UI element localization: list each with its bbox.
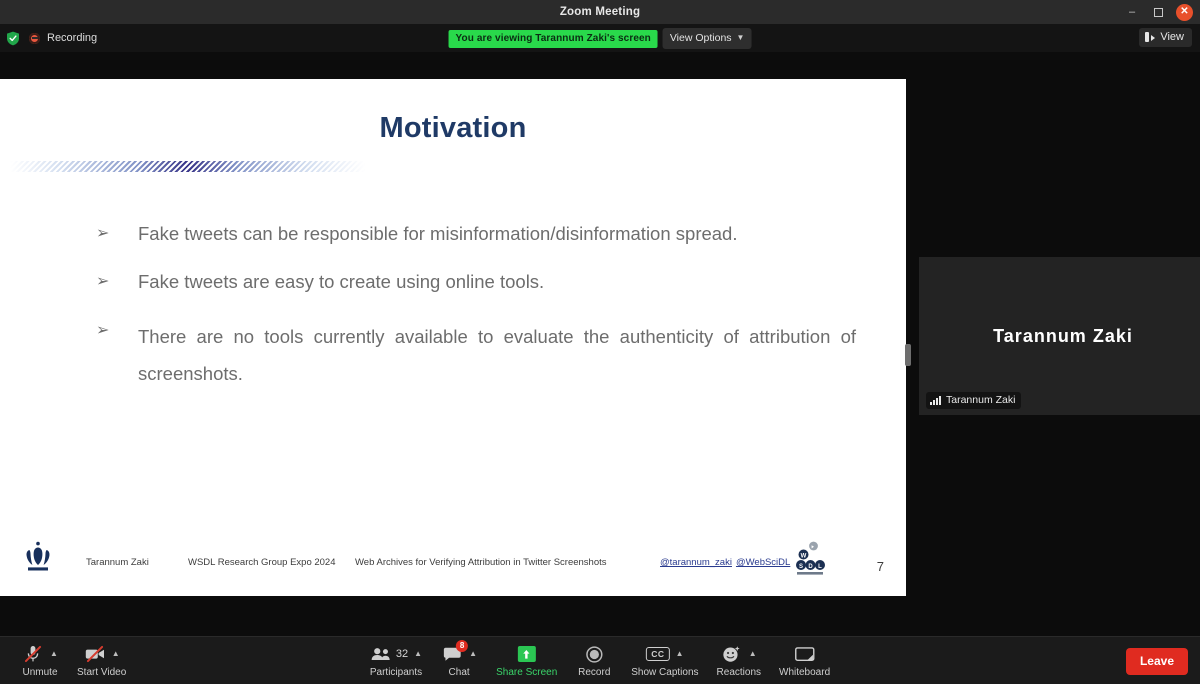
show-captions-button[interactable]: CC ▲ Show Captions <box>622 637 707 684</box>
slide-bullet-item: ➢ There are no tools currently available… <box>96 318 856 392</box>
unmute-button[interactable]: ▲ Unmute <box>12 637 68 684</box>
participant-name-text: Tarannum Zaki <box>946 394 1016 406</box>
slide-bullet-item: ➢ Fake tweets can be responsible for mis… <box>96 221 856 247</box>
maximize-button[interactable] <box>1146 2 1170 22</box>
svg-text:W: W <box>801 554 807 560</box>
bullet-arrow-icon: ➢ <box>96 273 110 291</box>
slide-bullet-text: There are no tools currently available t… <box>138 325 856 384</box>
chevron-up-icon[interactable]: ▲ <box>469 650 477 658</box>
unmute-label: Unmute <box>22 667 58 678</box>
panel-resize-handle[interactable] <box>905 344 911 366</box>
share-screen-icon <box>517 646 536 662</box>
handle-group-link[interactable]: @WebSciDL <box>736 557 790 568</box>
chevron-up-icon[interactable]: ▲ <box>749 650 757 658</box>
toolbar-right-group: Leave <box>1125 637 1188 684</box>
signal-bars-icon <box>930 395 941 405</box>
screen-share-banner-group: You are viewing Tarannum Zaki's screen V… <box>448 28 752 49</box>
recording-status-group: Recording <box>6 24 97 52</box>
bullet-arrow-icon: ➢ <box>96 225 110 242</box>
svg-text:L: L <box>818 564 822 570</box>
share-screen-label: Share Screen <box>496 667 558 678</box>
security-shield-icon[interactable] <box>6 31 20 46</box>
toolbar-left-group: ▲ Unmute ▲ Start Video <box>12 637 135 684</box>
whiteboard-label: Whiteboard <box>779 667 831 678</box>
view-button-label: View <box>1160 31 1184 43</box>
view-options-label: View Options <box>669 32 732 44</box>
view-options-button[interactable]: View Options ▼ <box>662 28 752 49</box>
chevron-down-icon: ▼ <box>736 33 745 42</box>
record-label: Record <box>578 667 611 678</box>
footer-presenter: Tarannum Zaki <box>86 557 149 568</box>
close-button[interactable]: ✕ <box>1176 3 1193 21</box>
meeting-status-bar: Recording You are viewing Tarannum Zaki'… <box>0 24 1200 52</box>
chat-unread-badge: 8 <box>456 640 469 652</box>
chevron-up-icon[interactable]: ▲ <box>50 650 58 658</box>
view-layout-button[interactable]: View <box>1139 28 1192 47</box>
slide-bullet-list: ➢ Fake tweets can be responsible for mis… <box>96 221 856 414</box>
start-video-button[interactable]: ▲ Start Video <box>68 637 135 684</box>
whiteboard-icon <box>794 644 816 664</box>
slide-footer: Tarannum Zaki WSDL Research Group Expo 2… <box>0 530 906 596</box>
share-screen-button[interactable]: Share Screen <box>487 637 566 684</box>
meeting-controls-toolbar: ▲ Unmute ▲ Start Video 32 ▲ Participants… <box>0 636 1200 684</box>
zoom-meeting-window: Zoom Meeting – ✕ Recording You are viewi… <box>0 0 1200 684</box>
chat-label: Chat <box>448 667 470 678</box>
decorative-divider <box>10 161 365 172</box>
participants-icon <box>370 644 392 664</box>
participant-name-label: Tarannum Zaki <box>926 392 1022 409</box>
footer-paper-title: Web Archives for Verifying Attribution i… <box>355 557 607 568</box>
window-controls: – ✕ <box>1120 0 1196 24</box>
handle-personal-link[interactable]: @tarannum_zaki <box>660 557 732 568</box>
minimize-button[interactable]: – <box>1120 2 1144 22</box>
chevron-up-icon[interactable]: ▲ <box>414 650 422 658</box>
screen-share-banner: You are viewing Tarannum Zaki's screen <box>448 29 658 48</box>
shared-screen-slide[interactable]: Motivation ➢ Fake tweets can be responsi… <box>0 79 906 596</box>
participants-count: 32 <box>395 648 409 660</box>
footer-social-handles: @tarannum_zaki @WebSciDL <box>660 557 790 568</box>
record-circle-icon <box>583 644 605 664</box>
slide-bullet-text: Fake tweets are easy to create using onl… <box>138 271 545 293</box>
show-captions-label: Show Captions <box>631 667 699 678</box>
svg-text:S: S <box>799 564 803 570</box>
slide-page-number: 7 <box>876 559 884 574</box>
reactions-button[interactable]: ▲ Reactions <box>708 637 770 684</box>
bullet-arrow-icon: ➢ <box>96 321 110 339</box>
layout-view-icon <box>1145 32 1156 42</box>
wsdl-logo: W S D L <box>793 541 827 582</box>
reactions-smiley-icon <box>721 644 743 664</box>
whiteboard-button[interactable]: Whiteboard <box>770 637 839 684</box>
reactions-label: Reactions <box>716 667 761 678</box>
camera-off-icon <box>84 644 106 664</box>
svg-text:D: D <box>808 564 813 570</box>
toolbar-center-group: 32 ▲ Participants 8 ▲ Chat Share Screen … <box>361 637 839 684</box>
slide-bullet-text: Fake tweets can be responsible for misin… <box>138 223 738 244</box>
recording-dot-icon <box>29 32 40 44</box>
participant-video-panel: Tarannum Zaki Tarannum Zaki <box>912 79 1200 596</box>
closed-caption-icon: CC <box>646 647 670 661</box>
chevron-up-icon[interactable]: ▲ <box>676 650 684 658</box>
record-button[interactable]: Record <box>566 637 622 684</box>
recording-label: Recording <box>47 32 98 44</box>
chevron-up-icon[interactable]: ▲ <box>112 650 120 658</box>
slide-title: Motivation <box>379 112 527 144</box>
participant-video-tile[interactable]: Tarannum Zaki Tarannum Zaki <box>919 257 1200 415</box>
recording-indicator[interactable]: Recording <box>29 32 97 44</box>
chat-bubble-icon: 8 <box>441 640 469 664</box>
microphone-muted-icon <box>22 644 44 664</box>
participants-button[interactable]: 32 ▲ Participants <box>361 637 431 684</box>
leave-button[interactable]: Leave <box>1125 647 1188 675</box>
footer-event: WSDL Research Group Expo 2024 <box>188 557 336 568</box>
slide-bullet-item: ➢ Fake tweets are easy to create using o… <box>96 269 856 295</box>
start-video-label: Start Video <box>77 667 127 678</box>
chat-button[interactable]: 8 ▲ Chat <box>431 637 487 684</box>
odu-crown-logo <box>20 541 56 578</box>
window-title-bar: Zoom Meeting – ✕ <box>0 0 1200 24</box>
participants-label: Participants <box>369 667 423 678</box>
window-title: Zoom Meeting <box>559 6 641 18</box>
